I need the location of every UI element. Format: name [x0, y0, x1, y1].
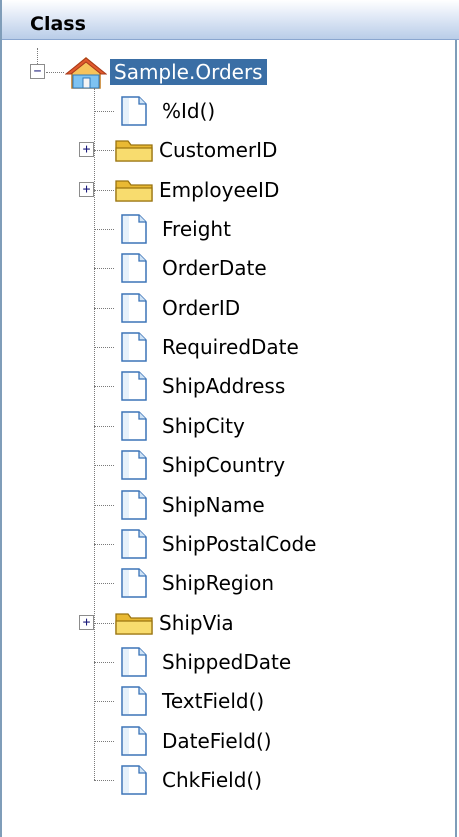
tree-item-employeeid[interactable]: EmployeeID — [159, 177, 279, 203]
tree-connector — [94, 780, 114, 781]
tree-connector — [94, 386, 114, 387]
tree-item-shippostalcode[interactable]: ShipPostalCode — [162, 531, 316, 557]
tree-connector — [94, 347, 114, 348]
tree-item-shipaddress[interactable]: ShipAddress — [162, 373, 285, 399]
root-collapse-toggle[interactable]: − — [30, 64, 45, 79]
document-icon — [121, 293, 147, 323]
folder-icon — [115, 140, 153, 162]
document-icon — [121, 490, 147, 520]
tree-connector — [94, 111, 114, 112]
tree-connector-vertical — [94, 88, 95, 780]
class-tree: − Sample.Orders %Id() + CustomerID + Employe… — [2, 0, 459, 837]
tree-connector — [94, 505, 114, 506]
tree-item-textfield[interactable]: TextField() — [162, 688, 264, 714]
document-icon — [121, 726, 147, 756]
tree-item-shipvia[interactable]: ShipVia — [159, 610, 234, 636]
tree-connector — [94, 465, 114, 466]
tree-connector — [94, 544, 114, 545]
tree-item-id[interactable]: %Id() — [162, 98, 215, 124]
tree-connector — [94, 426, 114, 427]
expand-toggle-employeeid[interactable]: + — [79, 182, 94, 197]
expand-toggle-shipvia[interactable]: + — [79, 615, 94, 630]
tree-connector — [46, 72, 64, 73]
document-icon — [121, 647, 147, 677]
tree-connector — [94, 190, 114, 191]
tree-connector — [94, 308, 114, 309]
tree-item-datefield[interactable]: DateField() — [162, 728, 272, 754]
tree-item-customerid[interactable]: CustomerID — [159, 137, 277, 163]
tree-item-orderid[interactable]: OrderID — [162, 295, 240, 321]
tree-connector — [94, 150, 114, 151]
folder-icon — [115, 613, 153, 635]
document-icon — [121, 96, 147, 126]
expand-toggle-customerid[interactable]: + — [79, 142, 94, 157]
tree-connector — [94, 662, 114, 663]
document-icon — [121, 765, 147, 795]
tree-connector — [94, 268, 114, 269]
document-icon — [121, 686, 147, 716]
tree-item-shipregion[interactable]: ShipRegion — [162, 570, 274, 596]
tree-connector — [94, 741, 114, 742]
document-icon — [121, 450, 147, 480]
document-icon — [121, 568, 147, 598]
tree-root-label[interactable]: Sample.Orders — [110, 59, 267, 85]
document-icon — [121, 214, 147, 244]
tree-connector — [94, 583, 114, 584]
tree-item-shippeddate[interactable]: ShippedDate — [162, 649, 291, 675]
tree-item-chkfield[interactable]: ChkField() — [162, 767, 262, 793]
document-icon — [121, 371, 147, 401]
document-icon — [121, 332, 147, 362]
tree-item-shipcity[interactable]: ShipCity — [162, 413, 245, 439]
house-icon — [65, 57, 107, 89]
tree-item-shipname[interactable]: ShipName — [162, 492, 265, 518]
class-tree-panel: Class − Sample.Orders %Id() + CustomerID + E… — [0, 0, 459, 837]
document-icon — [121, 529, 147, 559]
tree-connector — [94, 229, 114, 230]
document-icon — [121, 253, 147, 283]
tree-item-orderdate[interactable]: OrderDate — [162, 255, 267, 281]
document-icon — [121, 411, 147, 441]
tree-item-shipcountry[interactable]: ShipCountry — [162, 452, 285, 478]
tree-item-freight[interactable]: Freight — [162, 216, 231, 242]
tree-item-requireddate[interactable]: RequiredDate — [162, 334, 299, 360]
folder-icon — [115, 180, 153, 202]
tree-connector — [94, 701, 114, 702]
tree-connector-root — [37, 48, 38, 64]
tree-connector — [94, 623, 114, 624]
